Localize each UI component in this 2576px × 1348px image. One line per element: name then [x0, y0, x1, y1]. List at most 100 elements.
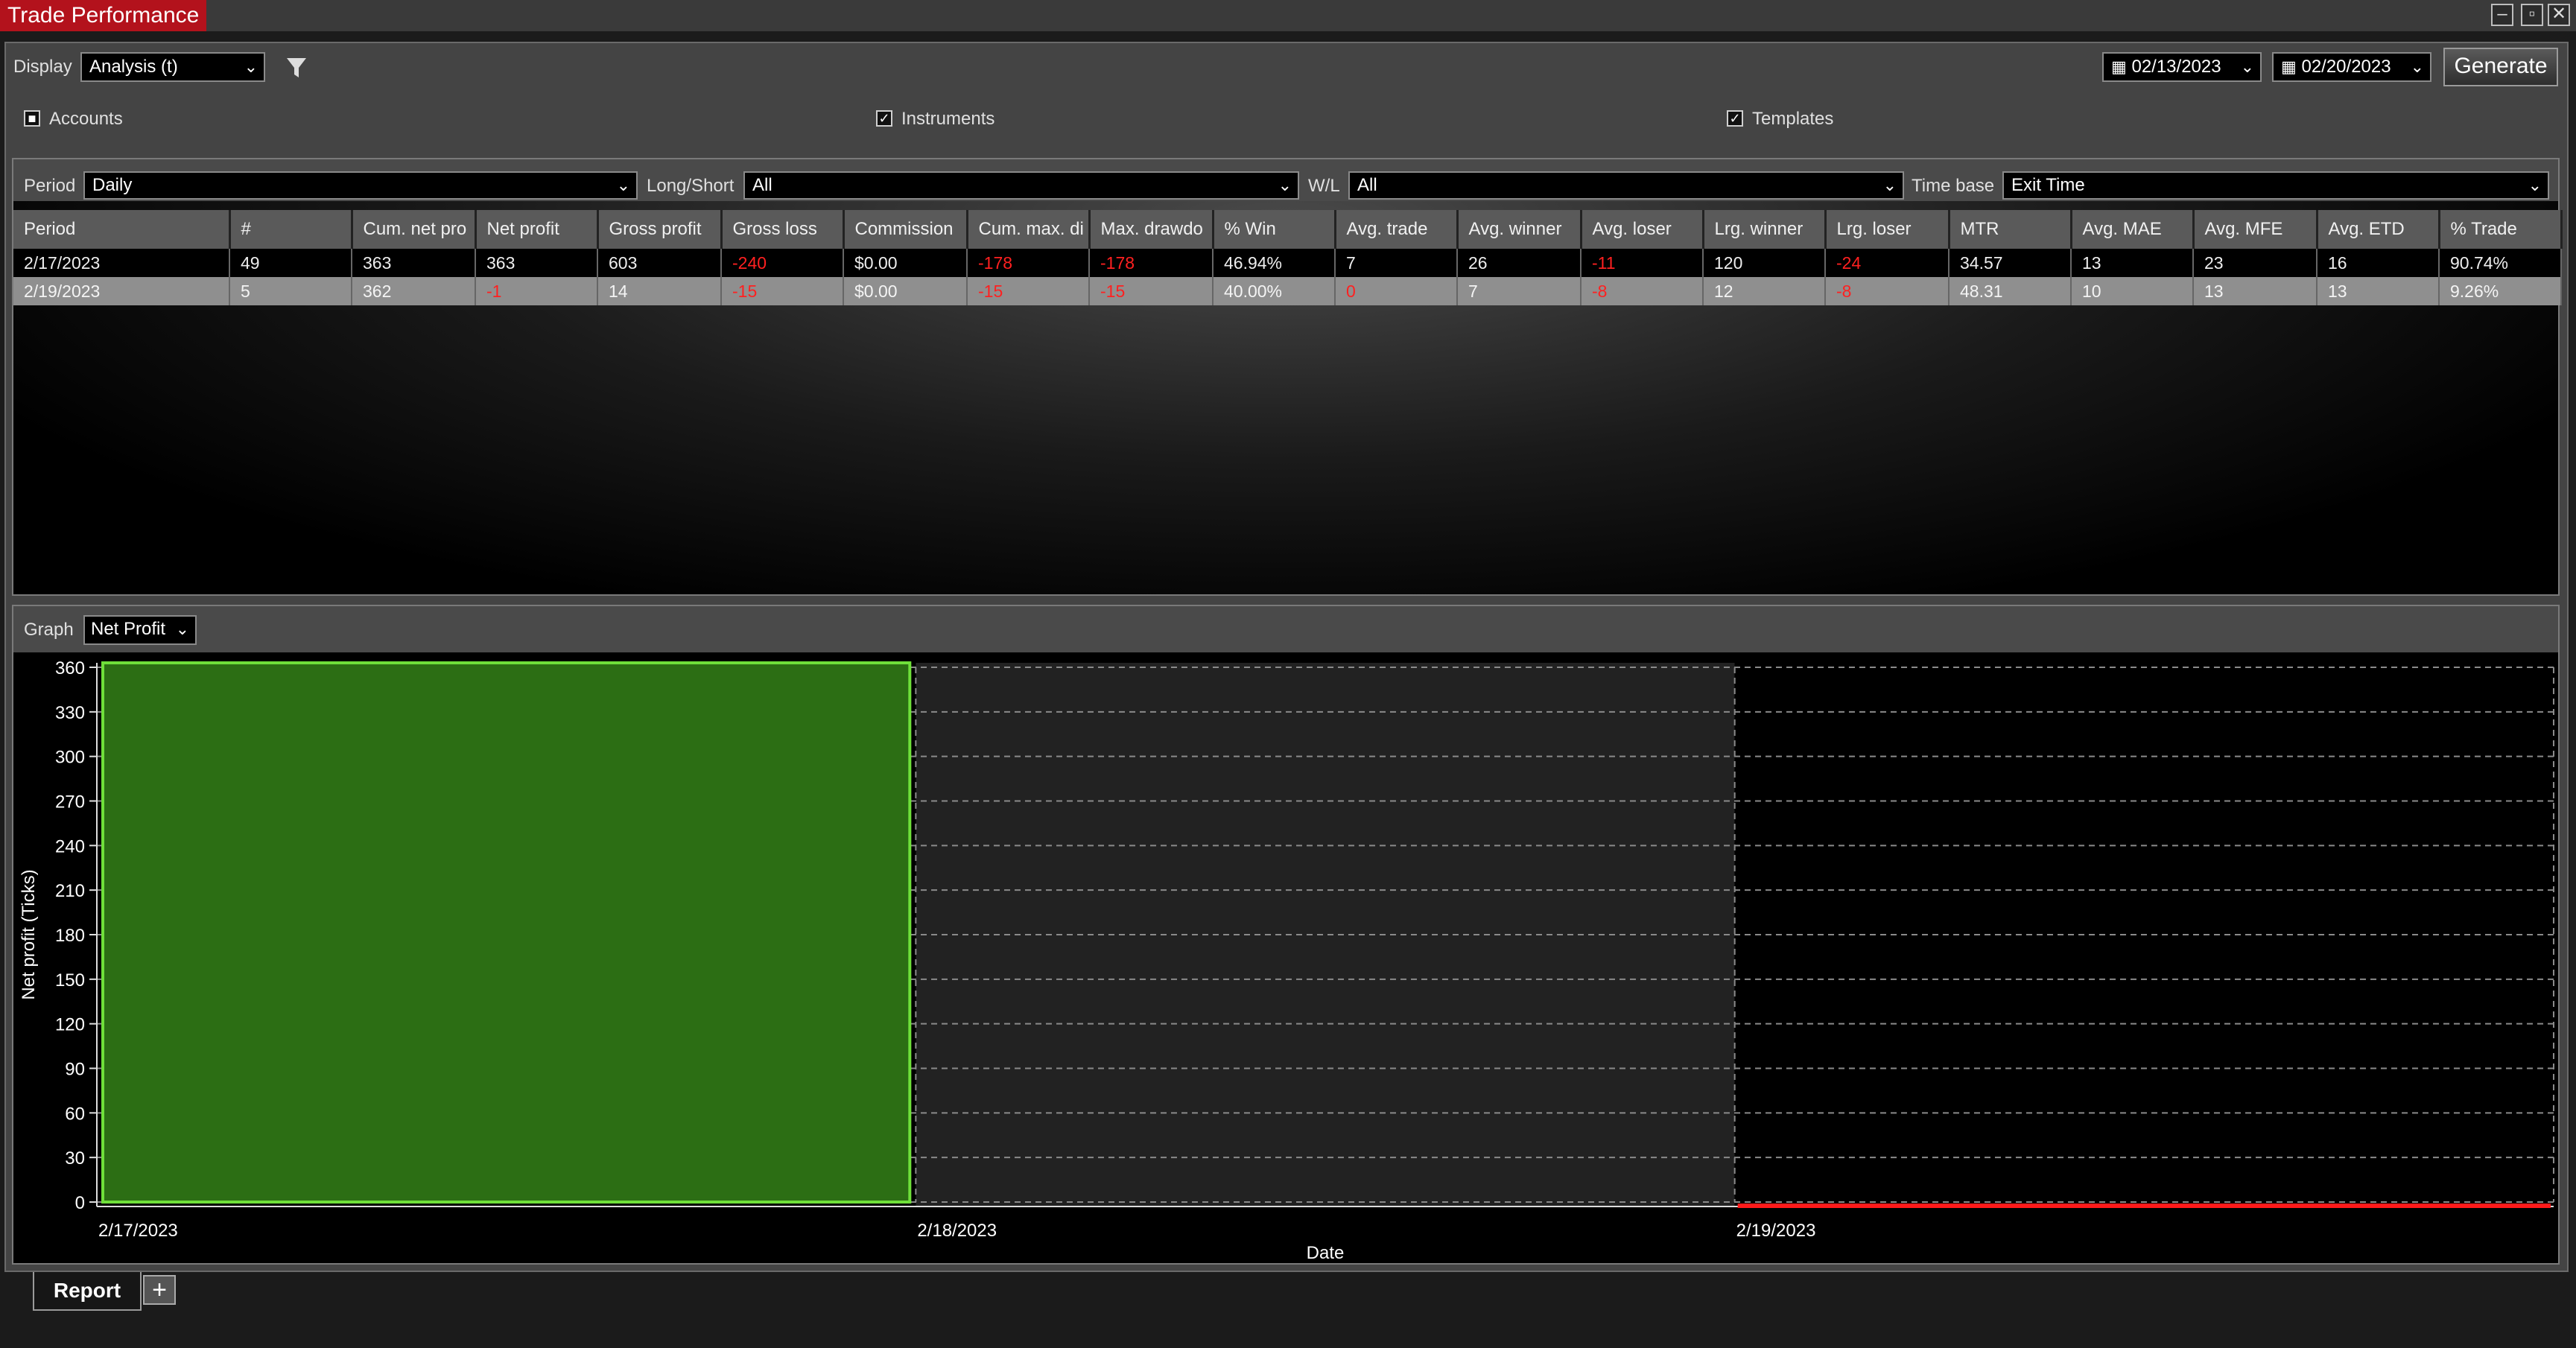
table-cell: 48.31: [1949, 277, 2072, 305]
calendar-icon: ▦: [2111, 57, 2127, 76]
table-cell: 49: [229, 249, 352, 277]
column-header[interactable]: % Win: [1213, 210, 1336, 249]
chevron-down-icon: ⌄: [2240, 57, 2254, 76]
close-icon[interactable]: ✕: [2548, 4, 2570, 26]
date-to-value: 02/20/2023: [2301, 57, 2391, 77]
column-header[interactable]: Avg. MAE: [2071, 210, 2195, 249]
add-tab-button[interactable]: +: [143, 1275, 176, 1305]
table-cell: -240: [721, 249, 844, 277]
column-header[interactable]: Avg. trade: [1335, 210, 1459, 249]
y-tick-label: 0: [75, 1193, 85, 1213]
column-header[interactable]: Avg. winner: [1457, 210, 1582, 249]
chevron-down-icon: ⌄: [2410, 57, 2424, 76]
column-header[interactable]: Avg. MFE: [2193, 210, 2318, 249]
table-cell: -178: [1089, 249, 1214, 277]
timebase-value: Exit Time: [2011, 175, 2085, 195]
column-header[interactable]: Max. drawdo: [1089, 210, 1214, 249]
column-header[interactable]: Cum. max. di: [967, 210, 1091, 249]
column-header[interactable]: MTR: [1949, 210, 2072, 249]
display-value: Analysis (t): [89, 57, 178, 77]
y-tick-label: 240: [55, 836, 85, 856]
table-cell: -15: [967, 277, 1090, 305]
date-to-picker[interactable]: ▦ 02/20/2023 ⌄: [2272, 52, 2431, 82]
table-cell: -1: [475, 277, 598, 305]
graph-toolbar: [13, 606, 2558, 652]
y-tick-label: 60: [65, 1104, 85, 1124]
display-select[interactable]: Analysis (t) ⌄: [80, 52, 265, 82]
tab-report[interactable]: Report: [33, 1272, 142, 1311]
table-cell: 0: [1335, 277, 1458, 305]
column-header[interactable]: Lrg. loser: [1825, 210, 1950, 249]
y-tick-label: 150: [55, 970, 85, 991]
column-header[interactable]: #: [229, 210, 353, 249]
table-cell: 2/19/2023: [13, 277, 230, 305]
y-tick-label: 300: [55, 748, 85, 768]
maximize-icon[interactable]: ▫: [2521, 4, 2543, 26]
generate-button[interactable]: Generate: [2443, 48, 2558, 86]
y-tick-label: 90: [65, 1060, 85, 1080]
table-cell: $0.00: [843, 277, 968, 305]
column-header[interactable]: % Trade: [2439, 210, 2563, 249]
table-cell: 26: [1457, 249, 1582, 277]
accounts-checkbox[interactable]: ■: [24, 110, 40, 127]
x-axis-label: Date: [1307, 1243, 1345, 1263]
table-row[interactable]: 2/17/2023 49 363 363 603 -240 $0.00 -178 -178 46.…: [13, 249, 2562, 277]
table-cell: -11: [1581, 249, 1704, 277]
longshort-label: Long/Short: [647, 176, 735, 196]
chevron-down-icon: ⌄: [2528, 176, 2542, 194]
column-header[interactable]: Commission: [843, 210, 968, 249]
table-cell: 23: [2193, 249, 2318, 277]
bar: [101, 661, 912, 1204]
x-tick-label: 2/17/2023: [98, 1221, 178, 1241]
table-cell: 362: [352, 277, 476, 305]
longshort-select[interactable]: All ⌄: [743, 171, 1299, 200]
table-cell: 120: [1703, 249, 1826, 277]
table-cell: 13: [2317, 277, 2440, 305]
y-tick-label: 330: [55, 703, 85, 723]
table-header-row: Period # Cum. net pro Net profit Gross profi…: [13, 210, 2563, 249]
column-header[interactable]: Period: [13, 210, 231, 249]
minimize-icon[interactable]: –: [2491, 4, 2513, 26]
column-header[interactable]: Avg. ETD: [2317, 210, 2440, 249]
wl-select[interactable]: All ⌄: [1348, 171, 1904, 200]
templates-checkbox[interactable]: ✓: [1727, 110, 1743, 127]
y-axis-label: Net profit (Ticks): [19, 869, 39, 999]
chevron-down-icon: ⌄: [1882, 176, 1897, 194]
accounts-label: Accounts: [49, 109, 123, 129]
table-cell: 10: [2071, 277, 2194, 305]
column-header[interactable]: Avg. loser: [1581, 210, 1704, 249]
column-header[interactable]: Gross profit: [597, 210, 723, 249]
chevron-down-icon: ⌄: [175, 620, 189, 638]
table-row[interactable]: 2/19/2023 5 362 -1 14 -15 $0.00 -15 -15 40.00% 0 7-…: [13, 277, 2562, 305]
graph-select[interactable]: Net Profit ⌄: [83, 615, 197, 645]
wl-value: All: [1357, 175, 1377, 195]
column-header[interactable]: Lrg. winner: [1703, 210, 1827, 249]
graph-label: Graph: [24, 620, 74, 640]
y-tick-label: 210: [55, 881, 85, 901]
table-cell: -24: [1825, 249, 1950, 277]
display-label: Display: [13, 57, 72, 77]
column-header[interactable]: Net profit: [475, 210, 599, 249]
instruments-label: Instruments: [901, 109, 995, 129]
net-profit-chart: 0 30 60 90 120 150 180 210 240 270 300 330 360 2/17/2…: [19, 658, 2554, 1263]
instruments-checkbox[interactable]: ✓: [876, 110, 892, 127]
table-cell: -15: [721, 277, 844, 305]
period-value: Daily: [92, 175, 133, 195]
table-cell: 7: [1457, 277, 1582, 305]
table-cell: -8: [1581, 277, 1704, 305]
period-select[interactable]: Daily ⌄: [83, 171, 638, 200]
table-cell: 16: [2317, 249, 2440, 277]
filter-icon[interactable]: [285, 55, 308, 80]
chevron-down-icon: ⌄: [244, 57, 258, 76]
timebase-select[interactable]: Exit Time ⌄: [2002, 171, 2549, 200]
column-header[interactable]: Gross loss: [721, 210, 845, 249]
date-from-picker[interactable]: ▦ 02/13/2023 ⌄: [2102, 52, 2262, 82]
table-cell: 14: [597, 277, 722, 305]
table-cell: 13: [2193, 277, 2318, 305]
table-cell: 12: [1703, 277, 1826, 305]
column-header[interactable]: Cum. net pro: [352, 210, 477, 249]
timebase-label: Time base: [1912, 176, 1995, 196]
longshort-value: All: [752, 175, 773, 195]
table-cell: 5: [229, 277, 352, 305]
date-from-value: 02/13/2023: [2131, 57, 2221, 77]
